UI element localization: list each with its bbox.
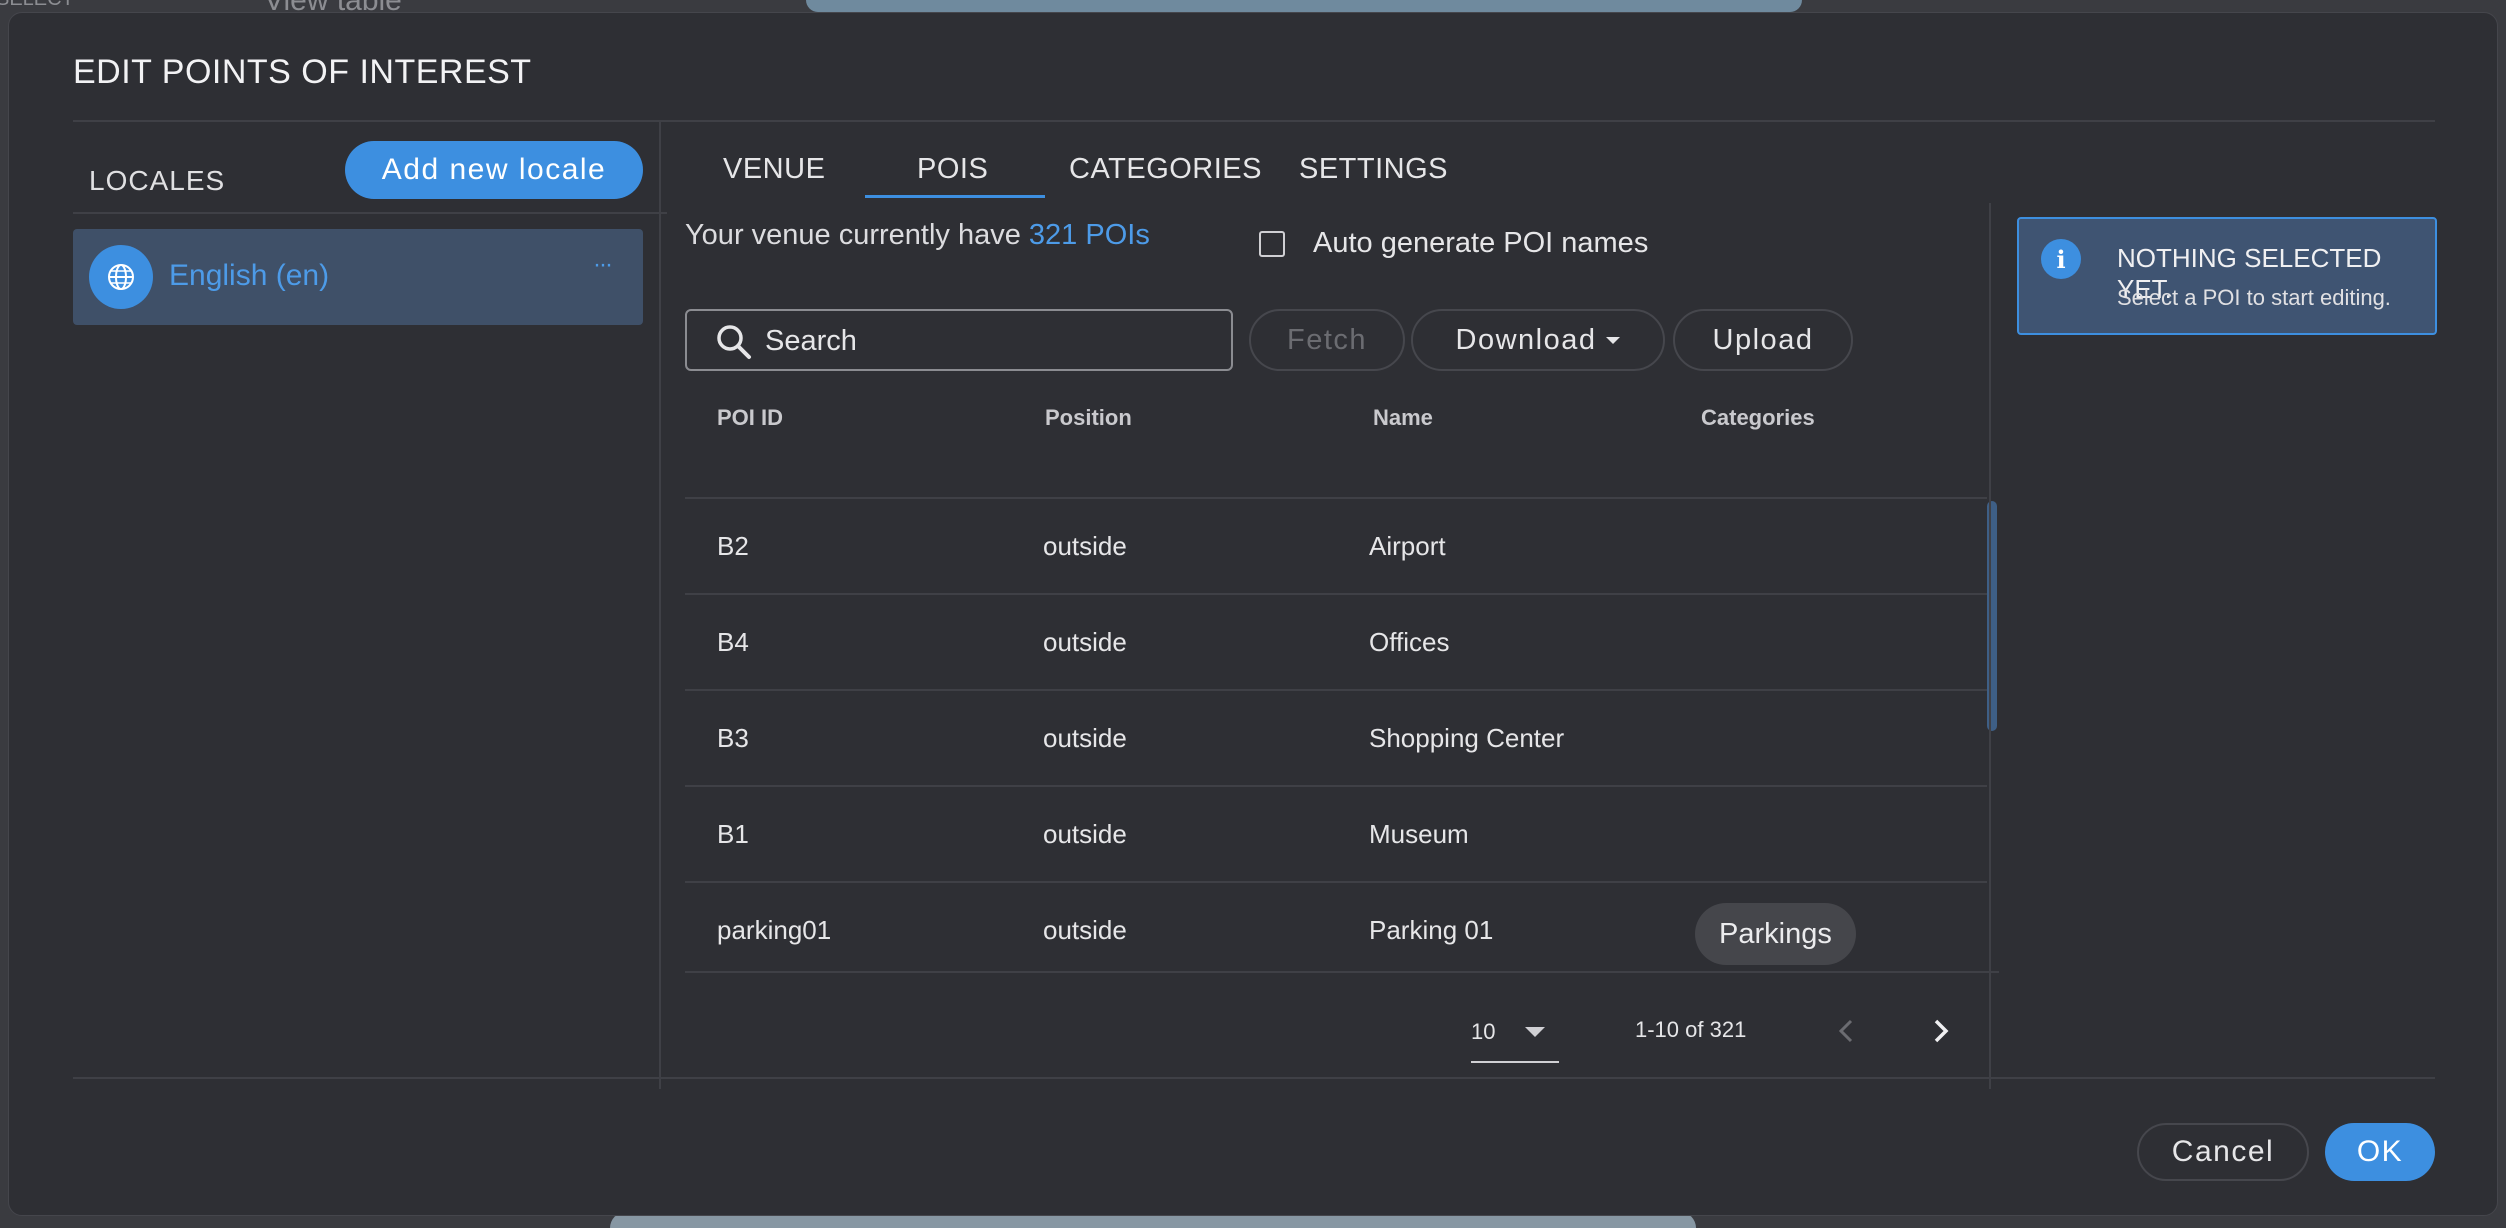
pagination-range: 1-10 of 321 [1635, 1017, 1747, 1042]
rows-per-page-select[interactable]: 10 [1471, 1019, 1559, 1063]
nothing-selected-notice: i NOTHING SELECTED YET. Select a POI to … [2017, 217, 2437, 335]
ok-button[interactable]: OK [2325, 1123, 2435, 1181]
cell-position: outside [1043, 723, 1127, 753]
dialog-title: EDIT POINTS OF INTEREST [73, 53, 532, 91]
next-page-icon[interactable] [1923, 1013, 1959, 1049]
locales-divider [73, 212, 667, 214]
locale-more-button[interactable]: ··· [593, 251, 613, 279]
column-header-poi-id[interactable]: POI ID [717, 405, 783, 431]
table-row[interactable]: B4 outside Offices [685, 593, 1987, 689]
cell-name: Airport [1369, 531, 1446, 561]
search-icon [717, 325, 751, 359]
table-bottom-divider [685, 971, 1999, 973]
download-label: Download [1455, 323, 1597, 356]
add-new-locale-button[interactable]: Add new locale [345, 141, 643, 199]
globe-icon [89, 245, 153, 309]
search-placeholder: Search [765, 325, 857, 357]
cell-poi-id: parking01 [717, 915, 832, 945]
locales-label: LOCALES [89, 165, 226, 196]
upload-button[interactable]: Upload [1673, 309, 1853, 371]
tab-pois[interactable]: POIS [917, 153, 988, 186]
category-chip[interactable]: Parkings [1695, 903, 1856, 965]
locale-name: English (en) [169, 259, 330, 292]
search-input[interactable]: Search [685, 309, 1233, 371]
column-header-position[interactable]: Position [1045, 405, 1132, 431]
rows-per-page-value: 10 [1471, 1019, 1496, 1044]
tab-settings[interactable]: SETTINGS [1299, 153, 1448, 186]
tab-venue[interactable]: VENUE [723, 153, 825, 186]
column-header-name[interactable]: Name [1373, 405, 1433, 431]
cell-poi-id: B3 [717, 723, 749, 753]
table-row[interactable]: B2 outside Airport [685, 497, 1987, 593]
fetch-button[interactable]: Fetch [1249, 309, 1405, 371]
auto-generate-checkbox[interactable] [1259, 231, 1285, 257]
column-header-categories[interactable]: Categories [1701, 405, 1815, 431]
edit-poi-dialog: EDIT POINTS OF INTEREST LOCALES Add new … [8, 12, 2498, 1216]
cell-name: Offices [1369, 627, 1450, 657]
cell-position: outside [1043, 627, 1127, 657]
background-map [806, 0, 1802, 12]
table-row[interactable]: B1 outside Museum [685, 785, 1987, 881]
auto-generate-label[interactable]: Auto generate POI names [1313, 227, 1648, 260]
info-subtitle: Select a POI to start editing. [2117, 285, 2391, 310]
title-divider [73, 120, 2435, 122]
info-icon: i [2041, 239, 2081, 279]
table-row[interactable]: B3 outside Shopping Center [685, 689, 1987, 785]
download-button[interactable]: Download [1411, 309, 1665, 371]
previous-page-icon[interactable] [1829, 1013, 1865, 1049]
locales-separator [659, 121, 661, 1089]
info-separator [1989, 203, 1991, 1089]
cell-position: outside [1043, 819, 1127, 849]
cell-poi-id: B2 [717, 531, 749, 561]
cancel-button[interactable]: Cancel [2137, 1123, 2309, 1181]
venue-poi-count: Your venue currently have 321 POIs [685, 219, 1150, 252]
locale-item-english[interactable]: English (en) ··· [73, 229, 643, 325]
cell-name: Shopping Center [1369, 723, 1565, 753]
cell-position: outside [1043, 915, 1127, 945]
table-row[interactable]: parking01 outside Parking 01 Parkings [685, 881, 1987, 973]
cell-name: Parking 01 [1369, 915, 1494, 945]
cell-poi-id: B1 [717, 819, 749, 849]
chevron-down-icon [1606, 336, 1621, 344]
background-select-label: SELECT [0, 0, 74, 11]
active-tab-indicator [865, 195, 1045, 198]
cell-name: Museum [1369, 819, 1469, 849]
tab-categories[interactable]: CATEGORIES [1069, 153, 1262, 186]
cell-position: outside [1043, 531, 1127, 561]
venue-info-text: Your venue currently have [685, 219, 1029, 251]
chevron-down-icon [1525, 1027, 1545, 1037]
footer-divider [73, 1077, 2435, 1079]
poi-table-body: B2 outside Airport B4 outside Offices B3… [685, 497, 1987, 973]
poi-count-link[interactable]: 321 POIs [1029, 219, 1150, 251]
cell-poi-id: B4 [717, 627, 749, 657]
